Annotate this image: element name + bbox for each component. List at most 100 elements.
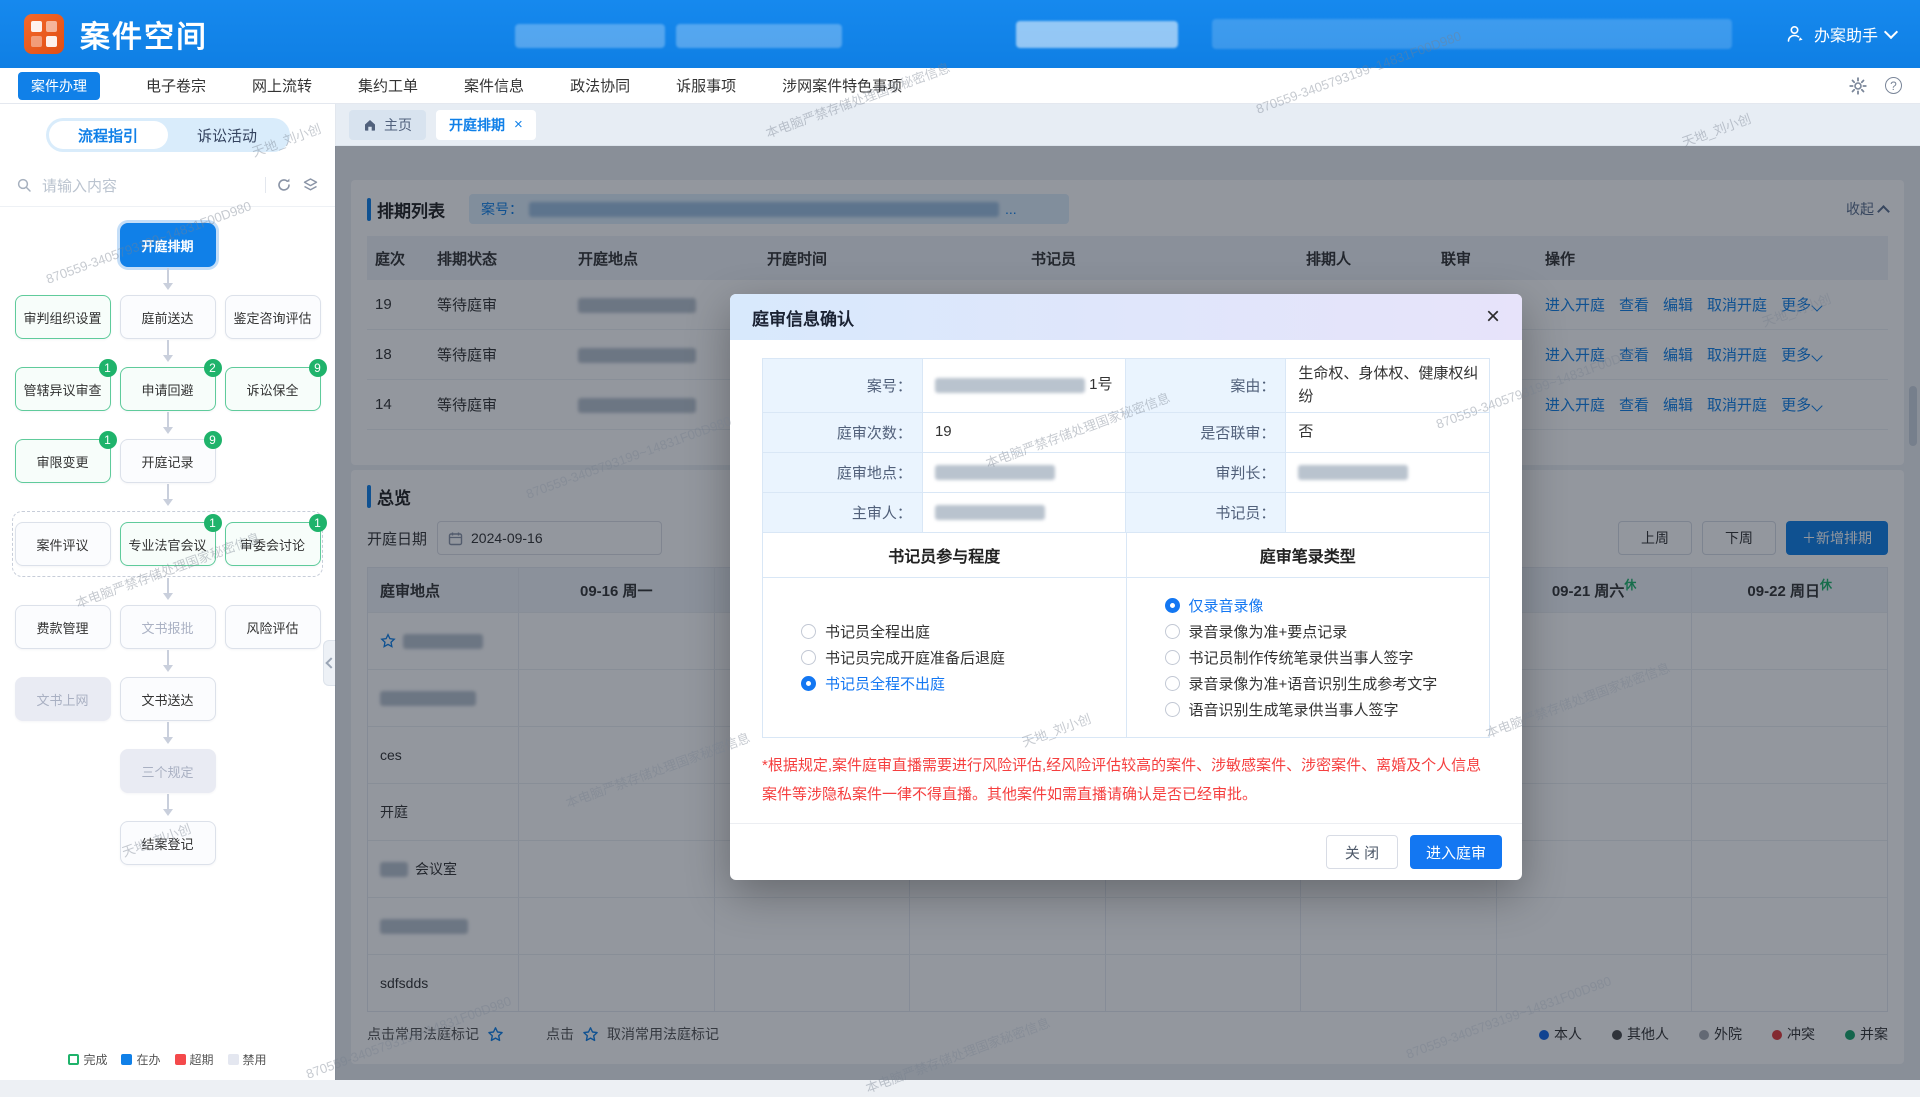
- record-type-options: 仅录音录像录音录像为准+要点记录书记员制作传统笔录供当事人签字录音录像为准+语音…: [1126, 578, 1490, 738]
- nav-tab-1[interactable]: 案件办理: [18, 72, 100, 100]
- layers-icon[interactable]: [302, 177, 319, 194]
- redacted-header-text: [1212, 19, 1732, 49]
- hearing-confirm-dialog: 庭审信息确认 × 案号： 1号案由：生命权、身体权、健康权纠纷庭审次数：19是否…: [730, 294, 1522, 880]
- flow-node[interactable]: 文书送达: [120, 677, 216, 721]
- flow-arrow-icon: [0, 577, 335, 605]
- field-value: [1286, 493, 1490, 533]
- flow-node[interactable]: 费款管理: [15, 605, 111, 649]
- assistant-menu[interactable]: 办案助手: [1786, 22, 1896, 46]
- flow-node[interactable]: 审限变更1: [15, 439, 111, 483]
- legend-swatch: [228, 1054, 239, 1065]
- nav-tab-2[interactable]: 电子卷宗: [146, 75, 206, 96]
- flow-node[interactable]: 三个规定: [120, 749, 216, 793]
- app-logo-icon: [24, 14, 64, 54]
- home-icon: [363, 118, 377, 132]
- flow-node[interactable]: 文书报批: [120, 605, 216, 649]
- redacted-value: [935, 505, 1045, 520]
- field-value: 否: [1286, 413, 1490, 453]
- radio-icon: [1165, 676, 1180, 691]
- close-button[interactable]: 关 闭: [1326, 835, 1398, 869]
- flow-node-badge: 9: [309, 359, 327, 377]
- dialog-footer: 关 闭 进入庭审: [730, 823, 1522, 880]
- sidebar-search-input[interactable]: 请输入内容: [42, 175, 255, 196]
- participation-option-3[interactable]: 书记员全程不出庭: [801, 673, 1126, 694]
- flow-empty-cell: [225, 749, 321, 793]
- field-label: 案由：: [1126, 359, 1286, 413]
- flow-node-badge: 9: [204, 431, 222, 449]
- flow-node[interactable]: 审委会讨论1: [225, 522, 321, 566]
- sidebar-tab-2[interactable]: 诉讼活动: [168, 121, 287, 149]
- sidebar-tab-1[interactable]: 流程指引: [49, 121, 168, 149]
- flow-node[interactable]: 案件评议: [15, 522, 111, 566]
- flow-arrow-icon: [0, 411, 335, 439]
- record-type-option-4[interactable]: 录音录像为准+语音识别生成参考文字: [1165, 673, 1490, 694]
- field-value: 19: [922, 413, 1126, 453]
- flow-node[interactable]: 风险评估: [225, 605, 321, 649]
- options-table: 书记员参与程度 庭审笔录类型 书记员全程出庭书记员完成开庭准备后退庭书记员全程不…: [762, 532, 1490, 738]
- tab-court-schedule[interactable]: 开庭排期 ×: [436, 110, 536, 140]
- flow-empty-cell: [225, 439, 321, 483]
- flow-node[interactable]: 审判组织设置: [15, 295, 111, 339]
- record-type-option-3[interactable]: 书记员制作传统笔录供当事人签字: [1165, 647, 1490, 668]
- nav-tab-4[interactable]: 集约工单: [358, 75, 418, 96]
- info-row: 庭审地点：审判长：: [763, 453, 1490, 493]
- refresh-icon[interactable]: [276, 177, 292, 193]
- flow-node[interactable]: 诉讼保全9: [225, 367, 321, 411]
- flow-node[interactable]: 鉴定咨询评估: [225, 295, 321, 339]
- flow-empty-cell: [15, 749, 111, 793]
- field-value: [922, 453, 1126, 493]
- radio-label: 录音录像为准+语音识别生成参考文字: [1189, 673, 1438, 694]
- flow-node[interactable]: 文书上网: [15, 677, 111, 721]
- field-value: [922, 493, 1126, 533]
- flow-legend-item: 超期: [175, 1051, 214, 1068]
- help-icon[interactable]: ?: [1885, 77, 1902, 94]
- close-icon[interactable]: ×: [1486, 305, 1500, 329]
- app-title: 案件空间: [80, 12, 208, 56]
- radio-icon: [1165, 598, 1180, 613]
- redacted-header-text: [515, 24, 665, 48]
- participation-options: 书记员全程出庭书记员完成开庭准备后退庭书记员全程不出庭: [763, 578, 1127, 738]
- dialog-title: 庭审信息确认: [752, 305, 854, 330]
- tab-home[interactable]: 主页: [349, 110, 426, 140]
- participation-option-2[interactable]: 书记员完成开庭准备后退庭: [801, 647, 1126, 668]
- flow-node[interactable]: 申请回避2: [120, 367, 216, 411]
- nav-tab-5[interactable]: 案件信息: [464, 75, 524, 96]
- record-type-option-1[interactable]: 仅录音录像: [1165, 595, 1490, 616]
- participation-option-1[interactable]: 书记员全程出庭: [801, 621, 1126, 642]
- flow-node[interactable]: 结案登记: [120, 821, 216, 865]
- nav-tab-8[interactable]: 涉网案件特色事项: [782, 75, 902, 96]
- flow-node-badge: 1: [99, 359, 117, 377]
- live-broadcast-warning: *根据规定,案件庭审直播需要进行风险评估,经风险评估较高的案件、涉敏感案件、涉密…: [762, 751, 1490, 809]
- redacted-header-text: [676, 24, 842, 48]
- flow-legend-item: 禁用: [228, 1051, 267, 1068]
- radio-icon: [801, 624, 816, 639]
- radio-label: 仅录音录像: [1189, 595, 1264, 616]
- flow-node[interactable]: 庭前送达: [120, 295, 216, 339]
- dialog-body: 案号： 1号案由：生命权、身体权、健康权纠纷庭审次数：19是否联审：否庭审地点：…: [730, 340, 1522, 817]
- nav-tab-7[interactable]: 诉服事项: [676, 75, 736, 96]
- flow-row: 费款管理文书报批风险评估: [0, 605, 335, 649]
- page-tabstrip: 主页 开庭排期 ×: [335, 104, 1920, 146]
- dialog-header: 庭审信息确认 ×: [730, 294, 1522, 340]
- redacted-value: [935, 378, 1085, 393]
- value-suffix: 1号: [1085, 376, 1113, 393]
- radio-label: 书记员制作传统笔录供当事人签字: [1189, 647, 1414, 668]
- record-type-option-2[interactable]: 录音录像为准+要点记录: [1165, 621, 1490, 642]
- sidebar-search: 请输入内容: [0, 164, 335, 207]
- flow-empty-cell: [225, 677, 321, 721]
- flow-row: 管辖异议审查1申请回避2诉讼保全9: [0, 367, 335, 411]
- enter-hearing-button[interactable]: 进入庭审: [1410, 835, 1502, 869]
- gear-icon[interactable]: [1849, 77, 1867, 95]
- nav-tab-3[interactable]: 网上流转: [252, 75, 312, 96]
- flow-node[interactable]: 开庭记录9: [120, 439, 216, 483]
- record-type-option-5[interactable]: 语音识别生成笔录供当事人签字: [1165, 699, 1490, 720]
- flow-row: 结案登记: [0, 821, 335, 865]
- flow-node-badge: 1: [309, 514, 327, 532]
- legend-label: 在办: [136, 1051, 160, 1068]
- nav-tab-6[interactable]: 政法协同: [570, 75, 630, 96]
- flow-node[interactable]: 开庭排期: [120, 223, 216, 267]
- flow-node[interactable]: 管辖异议审查1: [15, 367, 111, 411]
- radio-label: 语音识别生成笔录供当事人签字: [1189, 699, 1399, 720]
- flow-node[interactable]: 专业法官会议1: [120, 522, 216, 566]
- close-tab-icon[interactable]: ×: [514, 116, 523, 133]
